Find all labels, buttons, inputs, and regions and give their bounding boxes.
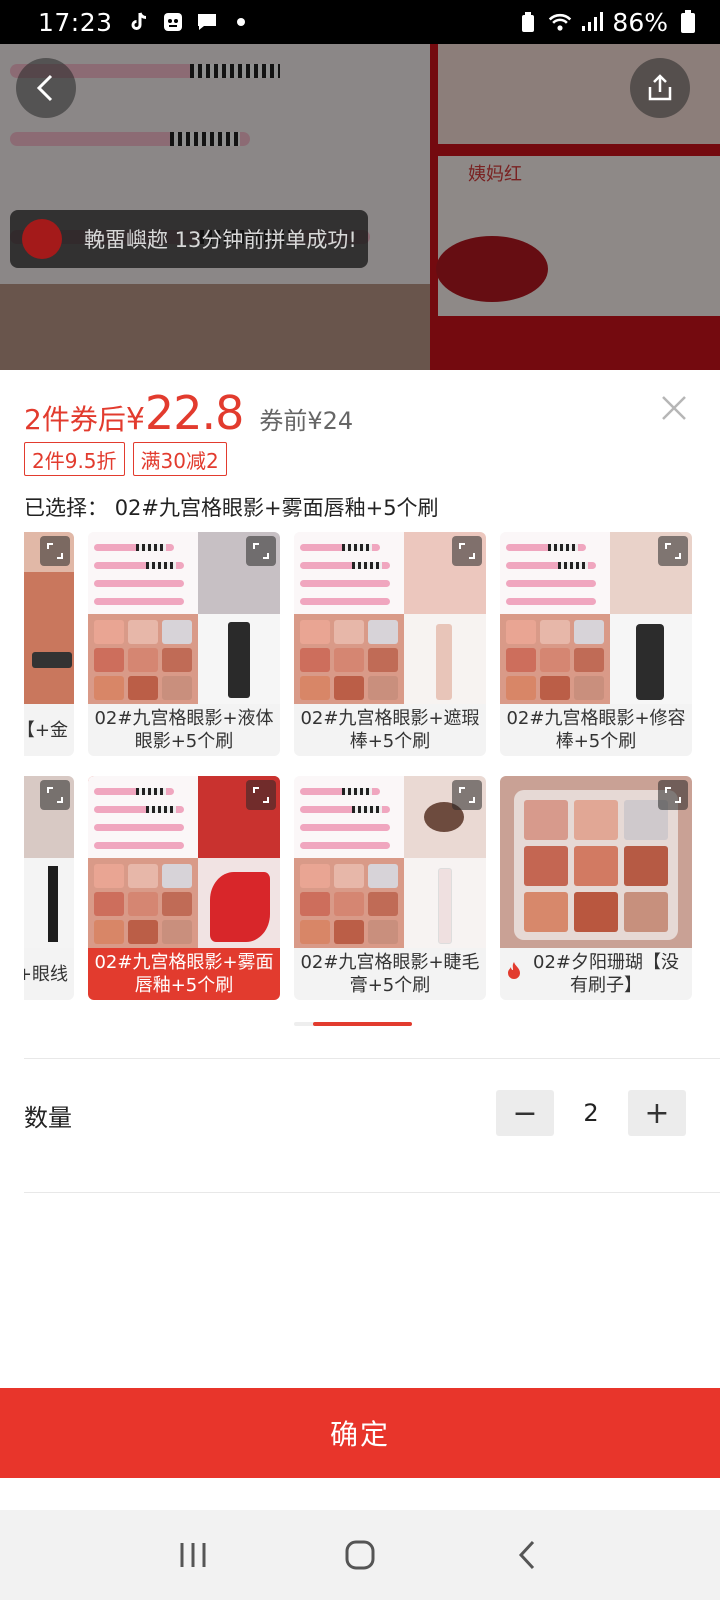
- quantity-label: 数量: [24, 1104, 72, 1132]
- expand-icon[interactable]: [452, 780, 482, 810]
- variant-caption: 02#九宫格眼影+修容棒+5个刷: [506, 708, 686, 752]
- recents-icon: [180, 1543, 206, 1567]
- tiktok-icon: [127, 10, 151, 34]
- fire-icon: [506, 961, 522, 987]
- back-button[interactable]: [16, 58, 76, 118]
- sku-selector-sheet: 2件券后 ¥ 22.8 券前¥24 2件9.5折 满30减2 已选择： 02#九…: [0, 370, 720, 1600]
- system-nav-bar: [0, 1510, 720, 1600]
- divider: [24, 1192, 720, 1193]
- variant-caption: 02#九宫格眼影+液体眼影+5个刷: [94, 708, 274, 752]
- variant-caption: +眼线: [24, 963, 68, 985]
- face-icon: [161, 10, 185, 34]
- expand-icon[interactable]: [452, 536, 482, 566]
- variant-card[interactable]: 02#九宫格眼影+睫毛膏+5个刷: [294, 776, 486, 1000]
- decrease-button[interactable]: −: [496, 1090, 554, 1136]
- variant-card[interactable]: +眼线: [24, 776, 74, 1000]
- divider: [24, 1058, 720, 1059]
- price-currency: ¥: [125, 402, 145, 437]
- dim-overlay[interactable]: [0, 44, 720, 370]
- variant-caption: 02#九宫格眼影+遮瑕棒+5个刷: [300, 708, 480, 752]
- battery-percent: 86%: [612, 7, 668, 37]
- variant-caption: 02#夕阳珊瑚【没有刷子】: [533, 952, 679, 996]
- grid-scrollbar: [294, 1022, 412, 1026]
- recycle-icon: [516, 10, 540, 34]
- variant-caption-row: 02#夕阳珊瑚【没有刷子】: [500, 948, 692, 1000]
- discount-badge: 2件9.5折: [24, 442, 125, 476]
- back-arrow-icon: [36, 74, 53, 102]
- quantity-value[interactable]: 2: [554, 1099, 628, 1127]
- home-button[interactable]: [330, 1525, 390, 1585]
- selected-value: 02#九宫格眼影+雾面唇釉+5个刷: [114, 496, 439, 520]
- original-price: 券前¥24: [259, 407, 354, 435]
- confirm-label: 确定: [329, 1418, 390, 1451]
- price-value: 22.8: [144, 386, 244, 440]
- product-image-background: 姨妈红 輓畱嶼趂 13分钟前拼单成功!: [0, 44, 720, 370]
- status-bar: 17:23 86%: [0, 0, 720, 44]
- variant-caption: 【+金: [24, 719, 68, 741]
- selected-label: 已选择：: [24, 496, 108, 520]
- back-chevron-icon: [518, 1540, 534, 1570]
- group-buy-toast: 輓畱嶼趂 13分钟前拼单成功!: [10, 210, 368, 268]
- status-time: 17:23: [38, 7, 113, 37]
- back-nav-button[interactable]: [497, 1525, 557, 1585]
- promo-badges: 2件9.5折 满30减2: [24, 442, 227, 476]
- wifi-icon: [548, 10, 572, 34]
- expand-icon[interactable]: [40, 780, 70, 810]
- variant-card[interactable]: 02#九宫格眼影+修容棒+5个刷: [500, 532, 692, 756]
- variant-card-selected[interactable]: 02#九宫格眼影+雾面唇釉+5个刷: [88, 776, 280, 1000]
- expand-icon[interactable]: [246, 536, 276, 566]
- dot-icon: [229, 10, 253, 34]
- selected-variant-line: 已选择： 02#九宫格眼影+雾面唇釉+5个刷: [24, 492, 439, 522]
- price-row: 2件券后 ¥ 22.8 券前¥24: [24, 386, 353, 440]
- variant-card[interactable]: 【+金: [24, 532, 74, 756]
- confirm-button[interactable]: 确定: [0, 1388, 720, 1478]
- notification-icons: [127, 10, 253, 34]
- expand-icon[interactable]: [658, 536, 688, 566]
- share-button[interactable]: [630, 58, 690, 118]
- system-icons: 86%: [516, 8, 700, 37]
- expand-icon[interactable]: [658, 780, 688, 810]
- expand-icon[interactable]: [40, 536, 70, 566]
- increase-button[interactable]: +: [628, 1090, 686, 1136]
- price-prefix: 2件券后: [24, 403, 126, 436]
- quantity-stepper: − 2 +: [496, 1090, 686, 1136]
- variant-card[interactable]: 02#夕阳珊瑚【没有刷子】: [500, 776, 692, 1000]
- avatar: [22, 219, 62, 259]
- close-icon: [662, 396, 686, 420]
- variant-caption: 02#九宫格眼影+雾面唇釉+5个刷: [94, 952, 274, 996]
- toast-text: 輓畱嶼趂 13分钟前拼单成功!: [84, 228, 357, 252]
- variant-grid[interactable]: 【+金 02#九宫格眼影+液体眼影+5个刷: [24, 532, 720, 1002]
- close-button[interactable]: [654, 388, 694, 428]
- signal-icon: [580, 10, 604, 34]
- plus-icon: +: [644, 1095, 670, 1131]
- grid-scrollbar-thumb: [313, 1022, 412, 1026]
- variant-caption: 02#九宫格眼影+睫毛膏+5个刷: [300, 952, 480, 996]
- recents-button[interactable]: [163, 1525, 223, 1585]
- home-icon: [345, 1540, 375, 1570]
- product-sku-page: 17:23 86% 姨妈红 輓畱嶼趂 13分钟前拼单成功! 2件券后 ¥ 22.…: [0, 0, 720, 1600]
- share-icon: [648, 74, 672, 101]
- battery-icon: [676, 10, 700, 34]
- coupon-badge: 满30减2: [132, 442, 227, 476]
- minus-icon: −: [512, 1095, 538, 1131]
- chat-icon: [195, 10, 219, 34]
- expand-icon[interactable]: [246, 780, 276, 810]
- variant-card[interactable]: 02#九宫格眼影+液体眼影+5个刷: [88, 532, 280, 756]
- variant-card[interactable]: 02#九宫格眼影+遮瑕棒+5个刷: [294, 532, 486, 756]
